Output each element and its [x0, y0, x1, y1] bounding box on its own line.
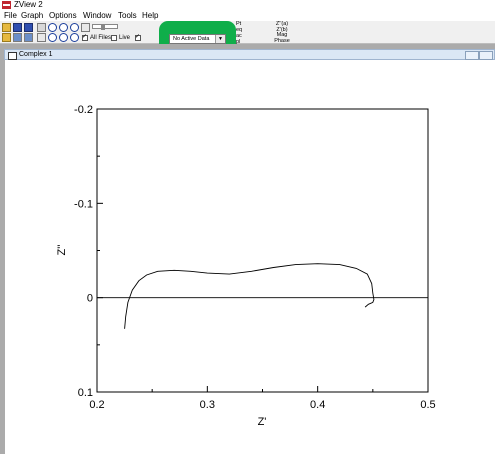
live-slider[interactable] — [92, 24, 118, 30]
graph-window-titlebar: Complex 1 — [4, 49, 495, 60]
magnify-icon[interactable] — [48, 33, 57, 42]
zoom-box-icon[interactable] — [59, 33, 68, 42]
menu-window[interactable]: Window — [83, 11, 111, 21]
plot-pane: 0.2 0.3 0.4 0.5 -0.2 -0.1 0 0.1 Z' Z'' — [5, 60, 495, 454]
impedance-series-line — [124, 263, 375, 329]
plot-area-frame — [96, 108, 429, 393]
active-data-dropdown[interactable]: No Active Data ▼ — [169, 34, 226, 44]
all-files-checkbox[interactable] — [82, 33, 88, 41]
x-tick-label: 0.2 — [89, 399, 104, 411]
x-tick-label: 0.5 — [420, 399, 435, 411]
info-labels: Pt eq ac pl — [236, 21, 254, 45]
all-files-label: All Files — [90, 35, 112, 41]
info-values: Z''(a) Z'(b) Mag Phase — [258, 21, 306, 44]
open-folder-icon[interactable] — [2, 23, 11, 32]
chevron-down-icon[interactable]: ▼ — [215, 35, 225, 43]
y-tick-label: -0.1 — [74, 198, 93, 210]
menu-options[interactable]: Options — [49, 11, 77, 21]
y-axis-ticks: -0.2 -0.1 0 0.1 — [74, 104, 103, 399]
menu-help[interactable]: Help — [142, 11, 158, 21]
x-axis-label: Z' — [258, 416, 267, 428]
app-title: ZView 2 — [14, 0, 43, 9]
slider-thumb[interactable] — [101, 24, 105, 30]
zoom-reset-icon[interactable] — [70, 33, 79, 42]
y-axis-label: Z'' — [56, 245, 68, 256]
live-label: Live — [119, 35, 131, 41]
menu-file[interactable]: File — [4, 11, 17, 21]
x-tick-label: 0.3 — [200, 399, 215, 411]
x-tick-label: 0.4 — [310, 399, 325, 411]
y-tick-label: 0.1 — [78, 387, 93, 399]
open-data-icon[interactable] — [2, 33, 11, 42]
graph-icon[interactable] — [24, 33, 33, 42]
add-graph-icon[interactable] — [37, 33, 46, 42]
swap-icon[interactable] — [81, 23, 90, 32]
window-titlebar: ZView 2 — [0, 0, 495, 11]
active-data-value: No Active Data — [173, 36, 210, 42]
y-tick-label: -0.2 — [74, 104, 93, 116]
live-option-checkbox[interactable] — [135, 33, 141, 41]
zoom-in-icon[interactable] — [48, 23, 57, 32]
graph-window-icon — [8, 52, 17, 60]
maximize-button[interactable] — [479, 51, 493, 60]
x-axis-ticks: 0.2 0.3 0.4 0.5 — [89, 386, 436, 411]
graph-window-title: Complex 1 — [19, 51, 53, 58]
menu-graph[interactable]: Graph — [21, 11, 43, 21]
menu-tools[interactable]: Tools — [118, 11, 137, 21]
minimize-button[interactable] — [465, 51, 479, 60]
save-all-icon[interactable] — [24, 23, 33, 32]
table-icon[interactable] — [13, 33, 22, 42]
zoom-fit-icon[interactable] — [70, 23, 79, 32]
zoom-out-icon[interactable] — [59, 23, 68, 32]
zview-app-icon — [2, 1, 11, 9]
menu-bar: File Graph Options Window Tools Help — [0, 11, 495, 21]
nyquist-chart: 0.2 0.3 0.4 0.5 -0.2 -0.1 0 0.1 Z' Z'' — [56, 104, 436, 428]
live-checkbox[interactable] — [111, 35, 117, 41]
save-icon[interactable] — [13, 23, 22, 32]
print-icon[interactable] — [37, 23, 46, 32]
y-tick-label: 0 — [87, 293, 93, 305]
